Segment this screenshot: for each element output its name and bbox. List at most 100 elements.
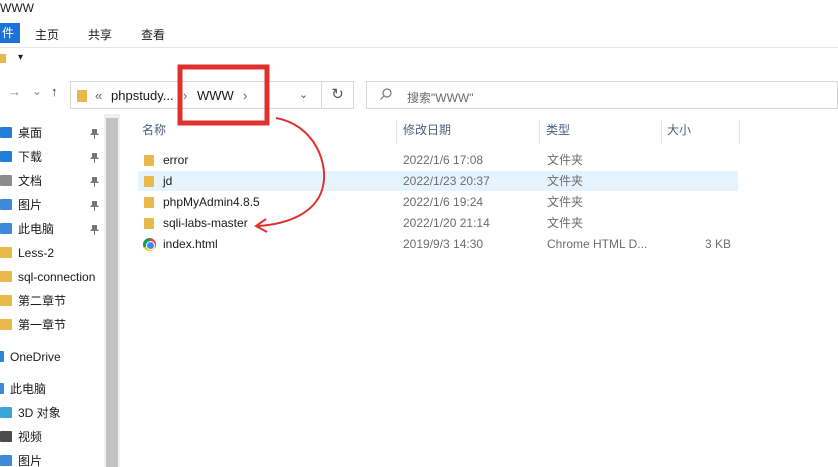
sidebar-item[interactable]: 3D 对象 xyxy=(0,402,104,424)
column-header-size[interactable]: 大小 xyxy=(667,120,691,144)
sidebar-item-label: 此电脑 xyxy=(18,222,55,236)
column-divider xyxy=(661,120,662,144)
sidebar-item-label: 图片 xyxy=(18,198,43,212)
file-row[interactable]: index.html 2019/9/3 14:30 Chrome HTML D...… xyxy=(138,234,738,254)
sidebar-item-label: sql-connection xyxy=(18,270,96,284)
file-type: Chrome HTML D... xyxy=(547,237,648,251)
pin-icon xyxy=(90,222,99,244)
sidebar-item[interactable]: 第二章节 xyxy=(0,290,104,312)
search-icon xyxy=(379,87,393,104)
file-type: 文件夹 xyxy=(547,174,584,188)
search-input[interactable]: 搜索"WWW" xyxy=(407,89,474,106)
sidebar-item-label: Less-2 xyxy=(18,246,55,260)
file-row[interactable]: error 2022/1/6 17:08 文件夹 xyxy=(138,150,738,170)
file-row[interactable]: phpMyAdmin4.8.5 2022/1/6 19:24 文件夹 xyxy=(138,192,738,212)
computer-icon xyxy=(0,223,12,234)
column-header-date[interactable]: 修改日期 xyxy=(403,120,451,144)
sidebar-item-label: 第二章节 xyxy=(18,294,67,308)
breadcrumb-overflow[interactable]: « xyxy=(95,88,102,103)
pin-icon xyxy=(90,126,99,148)
up-icon[interactable]: ↑ xyxy=(51,84,58,99)
folder-icon xyxy=(144,197,154,208)
sidebar-item[interactable]: OneDrive xyxy=(0,346,104,368)
document-icon xyxy=(0,175,12,186)
breadcrumb-www[interactable]: WWW xyxy=(197,88,234,103)
forward-icon[interactable]: → xyxy=(8,84,21,99)
sidebar-item[interactable]: 此电脑 xyxy=(0,218,104,240)
sidebar-item[interactable]: 文档 xyxy=(0,170,104,192)
sidebar-item[interactable]: sql-connection xyxy=(0,266,104,288)
file-name: phpMyAdmin4.8.5 xyxy=(163,195,260,209)
address-dropdown-icon[interactable]: ⌄ xyxy=(299,88,308,101)
folder-icon[interactable] xyxy=(0,54,6,63)
folder-icon xyxy=(0,271,12,282)
tab-view[interactable]: 查看 xyxy=(141,26,165,43)
address-bar[interactable]: « phpstudy... › WWW › ⌄ xyxy=(70,81,322,109)
search-box[interactable]: 搜索"WWW" xyxy=(366,81,838,109)
sidebar-item[interactable]: 桌面 xyxy=(0,122,104,144)
column-divider xyxy=(739,120,740,144)
sidebar-item[interactable]: 下载 xyxy=(0,146,104,168)
file-date: 2022/1/20 21:14 xyxy=(403,216,490,230)
folder-icon xyxy=(144,155,154,166)
computer-icon xyxy=(0,383,4,394)
column-header-type[interactable]: 类型 xyxy=(546,120,570,144)
desktop-icon xyxy=(0,127,12,138)
pin-icon xyxy=(90,150,99,172)
file-date: 2022/1/6 17:08 xyxy=(403,153,484,167)
picture-icon xyxy=(0,455,12,466)
video-icon xyxy=(0,431,12,442)
sidebar-scrollbar[interactable] xyxy=(104,114,120,467)
column-header-name[interactable]: 名称 xyxy=(142,120,166,144)
folder-icon xyxy=(77,90,87,102)
pin-icon xyxy=(90,174,99,196)
picture-icon xyxy=(0,199,12,210)
file-size: 3 KB xyxy=(705,237,732,251)
breadcrumb-separator[interactable]: › xyxy=(183,88,187,103)
file-row[interactable]: jd 2022/1/23 20:37 文件夹 xyxy=(138,171,738,191)
sidebar-item-label: OneDrive xyxy=(10,350,61,364)
tab-home[interactable]: 主页 xyxy=(35,26,59,43)
file-date: 2019/9/3 14:30 xyxy=(403,237,484,251)
window-title: WWW xyxy=(0,1,34,15)
folder-icon xyxy=(0,295,12,306)
scrollbar-thumb[interactable] xyxy=(106,118,118,467)
sidebar-item-label: 图片 xyxy=(18,454,43,467)
file-name: sqli-labs-master xyxy=(163,216,248,230)
sidebar-item-label: 视频 xyxy=(18,430,43,444)
folder-icon xyxy=(0,247,12,258)
sidebar-item-label: 文档 xyxy=(18,174,43,188)
onedrive-icon xyxy=(0,351,4,362)
sidebar-item[interactable]: 第一章节 xyxy=(0,314,104,336)
breadcrumb-phpstudy[interactable]: phpstudy... xyxy=(111,88,174,103)
file-name: jd xyxy=(163,174,173,188)
column-divider xyxy=(539,120,540,144)
title-bar: WWW xyxy=(0,0,838,18)
folder-icon xyxy=(144,176,154,187)
file-name: error xyxy=(163,153,189,167)
sidebar-item[interactable]: 图片 xyxy=(0,450,104,467)
navigation-bar: → ⌄ ↑ « phpstudy... › WWW › ⌄ ↻ 搜索"WWW" xyxy=(0,74,838,114)
sidebar-item[interactable]: 图片 xyxy=(0,194,104,216)
file-type: 文件夹 xyxy=(547,195,584,209)
file-list: 名称 修改日期 类型 大小 error 2022/1/6 17:08 文件夹 jd 20… xyxy=(120,114,838,467)
file-row[interactable]: sqli-labs-master 2022/1/20 21:14 文件夹 xyxy=(138,213,738,233)
qat-dropdown-icon[interactable]: ▾ xyxy=(18,52,23,63)
tab-share[interactable]: 共享 xyxy=(88,26,112,43)
file-type: 文件夹 xyxy=(547,216,584,230)
refresh-button[interactable]: ↻ xyxy=(322,81,354,109)
sidebar-item-label: 此电脑 xyxy=(10,382,47,396)
pin-icon xyxy=(90,198,99,220)
recent-locations-icon[interactable]: ⌄ xyxy=(32,84,42,98)
file-type: 文件夹 xyxy=(547,153,584,167)
folder-icon xyxy=(0,319,12,330)
sidebar-item[interactable]: 此电脑 xyxy=(0,378,104,400)
file-date: 2022/1/23 20:37 xyxy=(403,174,490,188)
sidebar-item[interactable]: 视频 xyxy=(0,426,104,448)
sidebar-item[interactable]: Less-2 xyxy=(0,242,104,264)
navigation-pane: 桌面 下载 文档 图片 此电脑 Less-2 sql-connection 第二章节 第一章节 O… xyxy=(0,114,120,467)
chrome-icon xyxy=(143,238,156,251)
file-tab[interactable]: 件 xyxy=(0,23,20,43)
breadcrumb-separator[interactable]: › xyxy=(243,88,247,103)
column-divider xyxy=(396,120,397,144)
